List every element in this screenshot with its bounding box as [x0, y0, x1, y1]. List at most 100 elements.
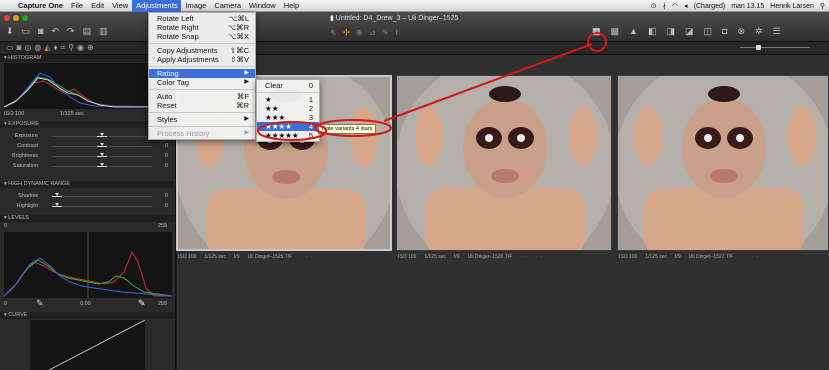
rating-1-star[interactable]: ★ 1 — [257, 95, 319, 104]
crop-tool-icon[interactable]: ✣ — [343, 28, 352, 37]
thumbnail-1527[interactable] — [617, 75, 829, 251]
levels-high-output[interactable]: 255 — [158, 301, 167, 307]
menu-item-rotate-left[interactable]: Rotate Left ⌥⌘L — [149, 14, 255, 23]
menu-item-styles[interactable]: Styles ▶ — [149, 115, 255, 124]
composition-tab-icon[interactable]: ⌗ — [61, 43, 69, 52]
pan-tool-icon[interactable]: ⇖ — [330, 28, 339, 37]
output-tab-icon[interactable]: ⊕ — [87, 43, 97, 52]
levels-high-input[interactable]: 255 — [158, 223, 167, 229]
settings-gear-icon[interactable]: ✲ — [755, 26, 763, 37]
color-tab-icon[interactable]: ◍ — [34, 43, 44, 52]
hdr-header[interactable]: ▾ HIGH DYNAMIC RANGE — [0, 181, 175, 188]
menu-window[interactable]: Window — [245, 0, 280, 12]
thumbnail-size-knob[interactable] — [756, 45, 761, 50]
exposure-warning-icon[interactable]: ▲ — [629, 26, 638, 37]
import-icon[interactable]: ⬇ — [6, 26, 14, 37]
clock[interactable]: man 13.15 — [731, 3, 764, 10]
menu-view[interactable]: View — [108, 0, 132, 12]
rating-stars[interactable]: · · · · · — [741, 254, 764, 262]
zoom-window-button[interactable] — [22, 15, 28, 21]
slider-knob[interactable] — [97, 163, 107, 169]
trash-icon[interactable]: ▥ — [99, 26, 108, 37]
brush-tool-icon[interactable]: ⌇ — [395, 28, 401, 37]
levels-header[interactable]: ▾ LEVELS — [0, 215, 175, 222]
menu-file[interactable]: File — [67, 0, 87, 12]
slider-value[interactable]: 0 — [165, 163, 168, 169]
slider-knob[interactable] — [97, 133, 107, 139]
hdr-slider-shadow[interactable]: Shadow 0 — [4, 192, 172, 201]
slider-track[interactable] — [52, 206, 152, 207]
curve-header[interactable]: ▾ CURVE — [0, 312, 175, 319]
menu-edit[interactable]: Edit — [87, 0, 108, 12]
slider-value[interactable]: 0 — [165, 153, 168, 159]
menu-help[interactable]: Help — [280, 0, 303, 12]
minimize-window-button[interactable] — [13, 15, 19, 21]
exposure-slider-saturation[interactable]: Saturation 0 — [4, 162, 172, 171]
menu-app-name[interactable]: Capture One — [14, 0, 67, 12]
levels-histogram[interactable] — [3, 232, 173, 298]
slider-track[interactable] — [52, 196, 152, 197]
viewer-icon[interactable]: ◫ — [704, 26, 713, 37]
capture-icon[interactable]: ▭ — [22, 26, 31, 37]
rating-4-stars[interactable]: ★★★★ 4 — [257, 122, 319, 131]
rating-stars[interactable]: · · · · · — [520, 254, 543, 262]
slider-knob[interactable] — [97, 143, 107, 149]
exposure-slider-brightness[interactable]: Brightness 0 — [4, 152, 172, 161]
multi-view-icon[interactable]: ▩ — [611, 26, 620, 37]
exposure-tab-icon[interactable]: ◭ — [44, 43, 53, 52]
slider-value[interactable]: 0 — [165, 203, 168, 209]
slider-knob[interactable] — [97, 153, 107, 159]
levels-low-input[interactable]: 0 — [4, 223, 7, 229]
help-icon[interactable]: ⊗ — [737, 26, 745, 37]
thumbnail-size-slider[interactable] — [730, 45, 820, 50]
list-icon[interactable]: ☰ — [773, 26, 781, 37]
close-window-button[interactable] — [4, 15, 10, 21]
white-point-picker-icon[interactable]: ✎ — [138, 298, 146, 309]
menu-camera[interactable]: Camera — [210, 0, 245, 12]
levels-low-output[interactable]: 0 — [4, 301, 7, 307]
exposure-slider-contrast[interactable]: Contrast 0 — [4, 142, 172, 151]
slider-knob[interactable] — [52, 193, 62, 199]
thumbnail-1526[interactable] — [396, 75, 612, 251]
menu-item-copy-adjustments[interactable]: Copy Adjustments ⇧⌘C — [149, 46, 255, 55]
slider-value[interactable]: 0 — [165, 143, 168, 149]
menu-item-rating[interactable]: Rating ▶ — [149, 69, 255, 78]
local-adjust-tab-icon[interactable]: ⚲ — [68, 43, 77, 52]
metadata-tab-icon[interactable]: ◉ — [77, 43, 87, 52]
batch-icon[interactable]: ▤ — [83, 26, 92, 37]
slider-value[interactable]: 0 — [165, 193, 168, 199]
battery-status[interactable]: (Charged) — [694, 3, 726, 10]
rating-clear[interactable]: Clear 0 — [257, 81, 319, 90]
proof-icon[interactable]: ◪ — [685, 26, 694, 37]
rating-stars[interactable]: · · · · · — [300, 254, 323, 262]
menu-item-apply-adjustments[interactable]: Apply Adjustments ⇧⌘V — [149, 55, 255, 64]
camera-settings-icon[interactable]: ◘ — [722, 26, 727, 37]
redo-icon[interactable]: ↷ — [67, 26, 75, 37]
exposure-slider-exposure[interactable]: Exposure0 — [4, 132, 172, 141]
menu-adjustments[interactable]: Adjustments — [132, 0, 182, 12]
rating-5-stars[interactable]: ★★★★★ 5 — [257, 131, 319, 140]
compare-alt-icon[interactable]: ◨ — [666, 26, 675, 37]
bluetooth-icon[interactable]: ∤ — [663, 2, 667, 10]
rating-2-stars[interactable]: ★★ 2 — [257, 104, 319, 113]
curve-graph[interactable] — [30, 319, 146, 370]
slider-knob[interactable] — [52, 203, 62, 209]
library-tab-icon[interactable]: ▭ — [6, 43, 17, 52]
menu-item-rotate-right[interactable]: Rotate Right ⌥⌘R — [149, 23, 255, 32]
hdr-slider-highlight[interactable]: Highlight 0 — [4, 202, 172, 211]
menu-item-color-tag[interactable]: Color Tag ▶ — [149, 78, 255, 87]
levels-midpoint[interactable]: 0,00 — [80, 301, 91, 307]
user-name[interactable]: Henrik Larsen — [770, 3, 814, 10]
menu-item-rotate-snap[interactable]: Rotate Snap ⌥⌘X — [149, 32, 255, 41]
grid-view-icon[interactable]: ▦ — [592, 26, 601, 37]
straighten-tool-icon[interactable]: ⊿ — [369, 28, 378, 37]
detail-tab-icon[interactable]: ♦ — [54, 43, 61, 52]
camera-icon[interactable]: ◙ — [38, 26, 43, 37]
lens-tab-icon[interactable]: ◎ — [24, 43, 34, 52]
undo-icon[interactable]: ↶ — [52, 26, 60, 37]
menu-image[interactable]: Image — [181, 0, 210, 12]
black-point-picker-icon[interactable]: ✎ — [36, 298, 44, 309]
volume-icon[interactable]: ◂ — [684, 2, 688, 10]
menu-item-auto[interactable]: Auto ⌘F — [149, 92, 255, 101]
wifi-icon[interactable]: ◠ — [672, 2, 678, 10]
